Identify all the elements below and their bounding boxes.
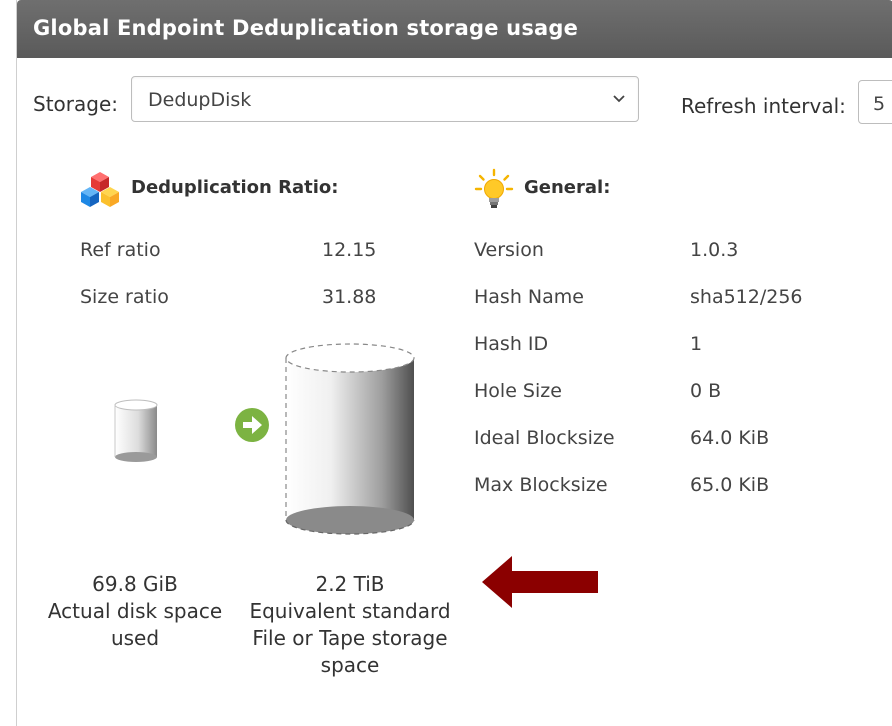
panel-titlebar: Global Endpoint Deduplication storage us…	[17, 0, 892, 58]
general-row-value: 1.0.3	[690, 239, 739, 261]
size-ratio-label: Size ratio	[80, 286, 169, 308]
general-row-value: 0 B	[690, 380, 722, 402]
dedup-ratio-heading: Deduplication Ratio:	[131, 177, 339, 198]
toolbar-row: Storage: DedupDisk Refresh interval: 5	[17, 70, 892, 130]
general-row-label: Hole Size	[474, 380, 562, 402]
general-row-label: Version	[474, 239, 544, 261]
panel-title: Global Endpoint Deduplication storage us…	[33, 16, 579, 40]
actual-disk-line-2: used	[110, 626, 160, 650]
refresh-interval-value: 5	[873, 93, 886, 115]
annotation-arrow-icon	[482, 556, 598, 608]
general-row-label: Ideal Blocksize	[474, 427, 615, 449]
equivalent-storage-line-1: Equivalent standard	[249, 599, 451, 623]
lightbulb-icon	[474, 168, 514, 208]
small-disk-icon	[114, 399, 158, 462]
large-storage-icon	[285, 343, 415, 535]
general-row-label: Max Blocksize	[474, 474, 608, 496]
actual-disk-line-1: Actual disk space	[47, 599, 223, 623]
equivalent-storage-line-3: space	[320, 653, 380, 677]
refresh-interval-label: Refresh interval:	[681, 94, 846, 118]
general-row-value: 64.0 KiB	[690, 427, 770, 449]
equivalent-storage-value: 2.2 TiB	[315, 572, 385, 596]
actual-disk-value: 69.8 GiB	[92, 572, 178, 596]
ref-ratio-value: 12.15	[322, 239, 377, 261]
equivalent-storage-caption: 2.2 TiB Equivalent standard File or Tape…	[240, 571, 460, 679]
size-ratio-value: 31.88	[322, 286, 377, 308]
storage-select[interactable]: DedupDisk	[131, 76, 639, 122]
chevron-down-icon	[613, 95, 625, 103]
equivalent-storage-line-2: File or Tape storage	[252, 626, 448, 650]
storage-label: Storage:	[33, 92, 118, 116]
general-row-label: Hash Name	[474, 286, 584, 308]
ref-ratio-label: Ref ratio	[80, 239, 161, 261]
refresh-interval-input[interactable]: 5	[858, 80, 892, 124]
general-row-label: Hash ID	[474, 333, 549, 355]
storage-select-value: DedupDisk	[148, 89, 252, 111]
actual-disk-caption: 69.8 GiB Actual disk space used	[40, 571, 230, 652]
general-row-value: 65.0 KiB	[690, 474, 770, 496]
arrow-right-icon	[235, 408, 269, 442]
general-row-value: sha512/256	[690, 286, 803, 308]
general-row-value: 1	[690, 333, 703, 355]
general-heading: General:	[524, 177, 611, 198]
cubes-icon	[81, 172, 119, 207]
